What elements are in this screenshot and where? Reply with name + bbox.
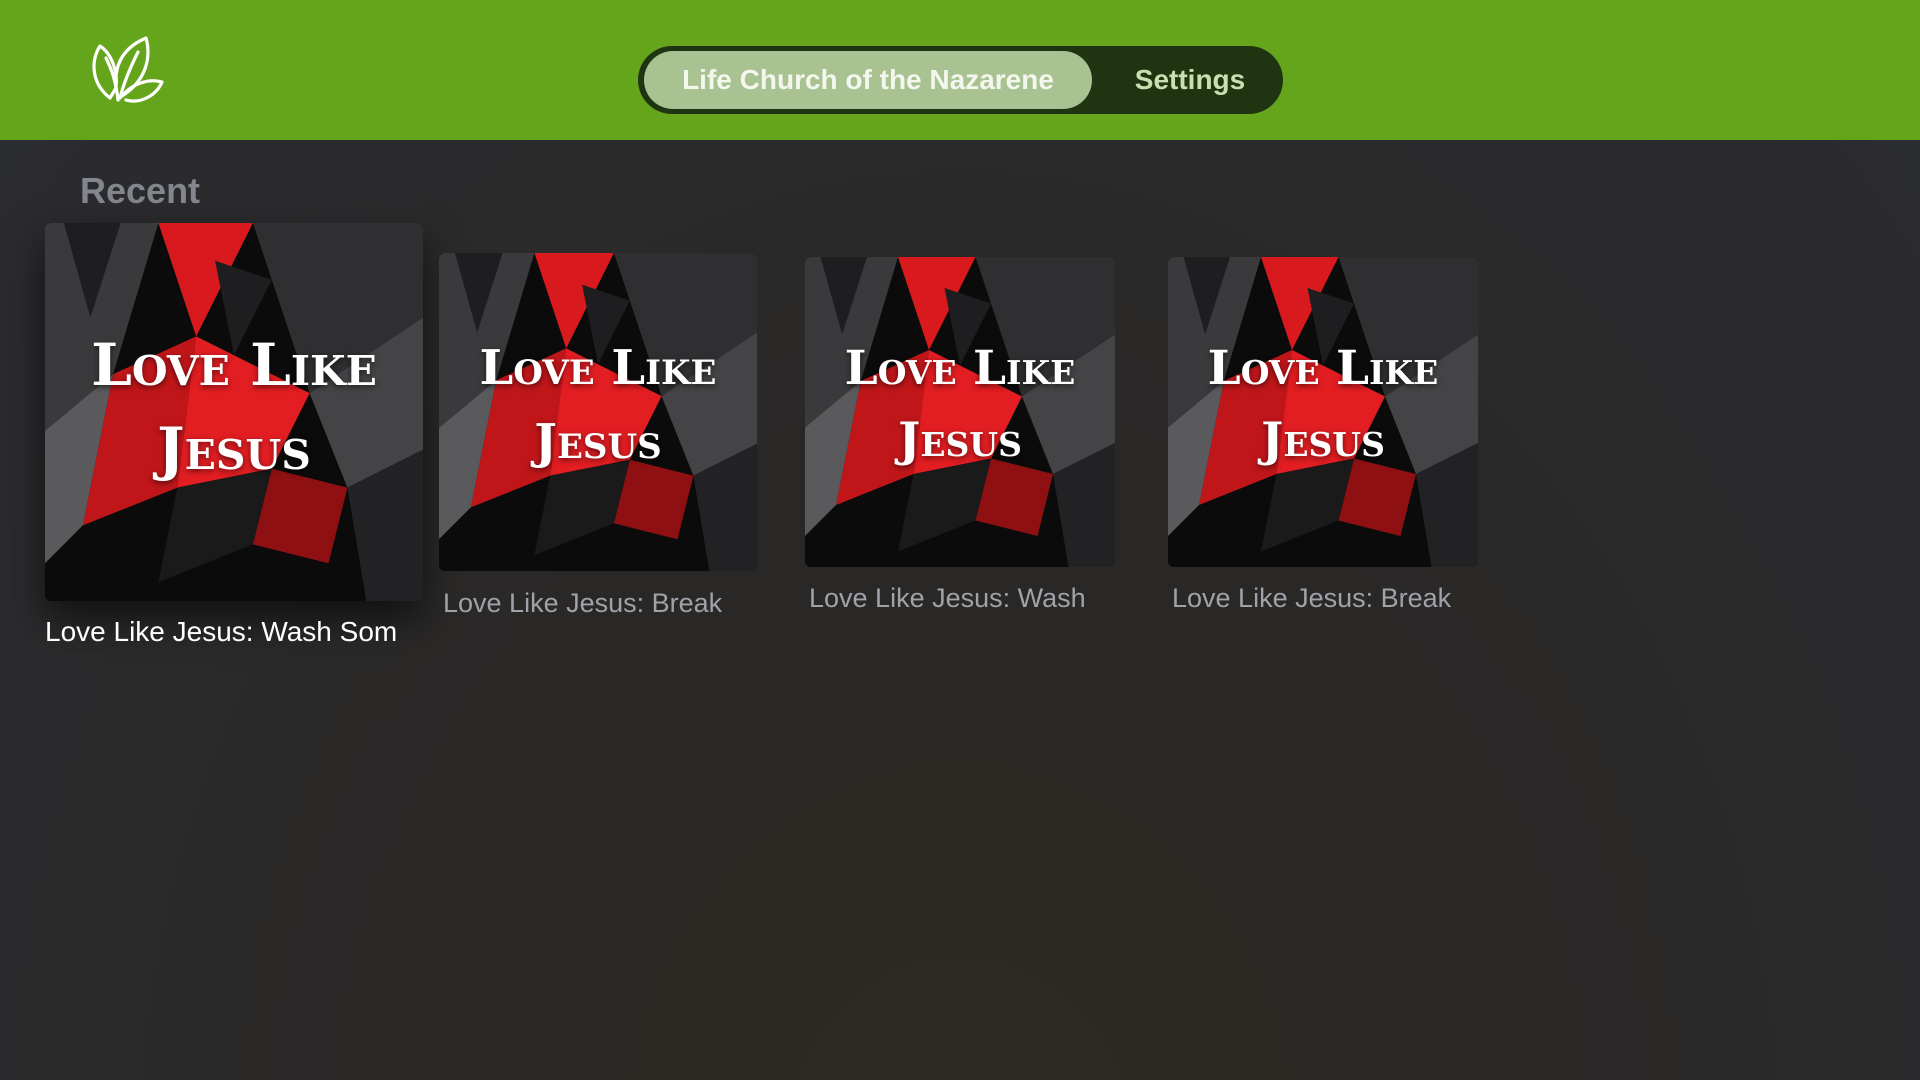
- artwork-title: Love Like Jesus: [439, 331, 757, 479]
- top-navigation-bar: Life Church of the Nazarene Settings: [0, 0, 1920, 140]
- artwork-title-line-2: Jesus: [898, 413, 1022, 468]
- recent-item-label: Love Like Jesus: Wash: [809, 583, 1086, 613]
- artwork-title-line-1: Love Like: [844, 341, 1076, 396]
- recent-item-label: Love Like Jesus: Wash Som: [45, 616, 398, 647]
- artwork-title-line-1: Love Like: [91, 331, 377, 399]
- sermon-artwork: Love Like Jesus: [439, 253, 757, 571]
- sermon-artwork: Love Like Jesus: [805, 257, 1115, 567]
- artwork-title: Love Like Jesus: [45, 323, 423, 491]
- artwork-title-line-2: Jesus: [1261, 413, 1385, 468]
- artwork-title: Love Like Jesus: [1168, 333, 1478, 477]
- sermon-artwork: Love Like Jesus: [45, 223, 423, 601]
- leaf-logo-icon: [86, 32, 166, 108]
- recent-item-label: Love Like Jesus: Break: [443, 588, 723, 618]
- tab-settings[interactable]: Settings: [1098, 51, 1282, 109]
- sermon-artwork: Love Like Jesus: [1168, 257, 1478, 567]
- tab-life-church[interactable]: Life Church of the Nazarene: [644, 51, 1092, 109]
- artwork-title-line-2: Jesus: [157, 415, 311, 483]
- artwork-title-line-2: Jesus: [534, 414, 662, 470]
- section-title-recent: Recent: [80, 170, 201, 211]
- artwork-title-line-1: Love Like: [1207, 341, 1439, 396]
- artwork-title-line-1: Love Like: [479, 340, 717, 396]
- recent-item-label: Love Like Jesus: Break: [1172, 583, 1452, 613]
- tab-bar: Life Church of the Nazarene Settings: [638, 46, 1283, 114]
- artwork-title: Love Like Jesus: [805, 333, 1115, 477]
